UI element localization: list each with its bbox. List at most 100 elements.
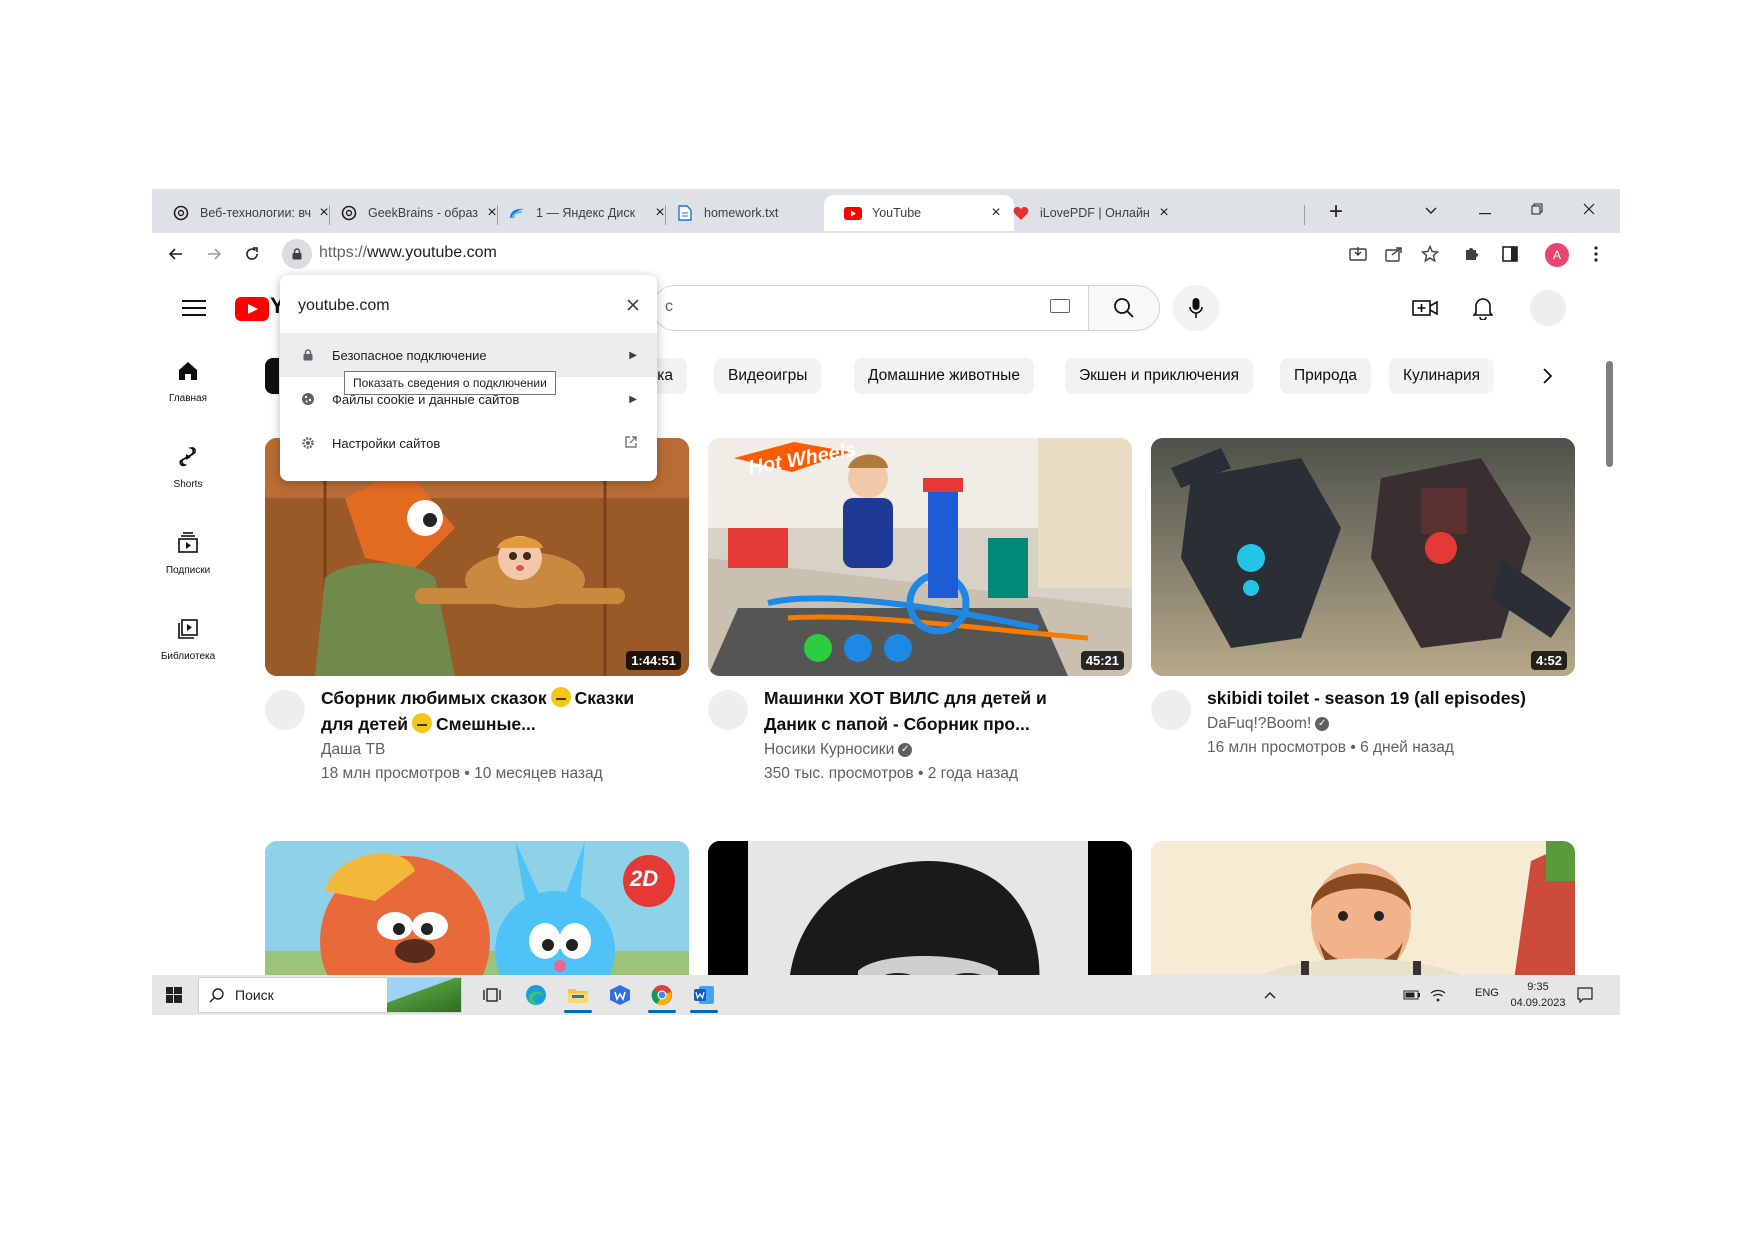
arrow-right-icon (208, 248, 222, 260)
chip-cooking[interactable]: Кулинария (1389, 358, 1494, 394)
tab-search-button[interactable] (1408, 197, 1454, 225)
video-thumbnail[interactable]: 4:52 (1151, 438, 1575, 676)
start-button[interactable] (156, 979, 192, 1011)
reload-button[interactable] (238, 240, 266, 268)
search-button[interactable] (1088, 285, 1160, 331)
channel-name[interactable]: Носики Курносики ✓ (764, 741, 913, 759)
chip-pets[interactable]: Домашние животные (854, 358, 1034, 394)
video-title[interactable]: skibidi toilet - season 19 (all episodes… (1207, 685, 1587, 711)
notifications-center-button[interactable] (1570, 979, 1600, 1011)
voice-search-button[interactable] (1173, 285, 1219, 331)
lock-icon (300, 347, 316, 363)
battery-icon (1403, 990, 1420, 1000)
tab-separator (1304, 205, 1305, 225)
tab-ilovepdf[interactable]: iLovePDF | Онлайн × (992, 195, 1182, 231)
address-bar[interactable]: https://www.youtube.com (319, 244, 497, 262)
library-icon (178, 619, 198, 639)
youtube-avatar[interactable] (1530, 290, 1566, 326)
video-thumbnail[interactable]: Hot Wheels 45:21 (708, 438, 1132, 676)
openai-icon (172, 204, 190, 222)
channel-avatar[interactable] (708, 690, 748, 730)
video-title[interactable]: Сборник любимых сказок Сказки для детей См… (321, 685, 681, 737)
forward-button[interactable] (200, 240, 228, 268)
site-info-button[interactable] (282, 239, 312, 269)
channel-avatar[interactable] (265, 690, 305, 730)
microphone-icon (1189, 298, 1203, 318)
popup-close-button[interactable] (627, 295, 639, 316)
close-window-button[interactable] (1566, 197, 1612, 225)
notifications-button[interactable] (1468, 293, 1498, 323)
sidebar-item-subscriptions[interactable]: Подписки (152, 531, 224, 576)
sidebar-item-shorts[interactable]: Shorts (152, 445, 224, 490)
clock[interactable]: 9:35 04.09.2023 (1508, 979, 1568, 1011)
star-icon (1421, 245, 1439, 263)
chip-nature[interactable]: Природа (1280, 358, 1371, 394)
video-duration: 45:21 (1080, 651, 1124, 670)
profile-avatar[interactable]: A (1545, 243, 1569, 267)
word-icon (694, 986, 714, 1004)
chip-all[interactable] (265, 358, 279, 394)
back-button[interactable] (162, 240, 190, 268)
language-indicator[interactable]: ENG (1475, 987, 1499, 999)
search-input[interactable]: c (652, 285, 1088, 331)
chip-videogames[interactable]: Видеоигры (714, 358, 822, 394)
tab-homework[interactable]: homework.txt × (656, 195, 846, 231)
tab-web-tech[interactable]: Веб-технологии: вч × (152, 195, 342, 231)
popup-row-site-settings[interactable]: Настройки сайтов (280, 421, 657, 465)
connection-tooltip: Показать сведения о подключении (344, 371, 556, 395)
wps-icon (610, 985, 630, 1005)
tab-youtube[interactable]: YouTube × (824, 195, 1014, 231)
channel-name[interactable]: Даша ТВ (321, 741, 385, 759)
create-video-icon (1412, 300, 1438, 316)
tab-title: homework.txt (704, 206, 779, 220)
channel-name[interactable]: DaFuq!?Boom! ✓ (1207, 715, 1330, 733)
install-app-button[interactable] (1344, 240, 1372, 268)
sidebar-item-home[interactable]: Главная (152, 359, 224, 404)
chip-action[interactable]: Экшен и приключения (1065, 358, 1254, 394)
video-title[interactable]: Машинки ХОТ ВИЛС для детей и Даник с пап… (764, 685, 1124, 737)
new-tab-button[interactable]: + (1322, 199, 1350, 227)
task-view-button[interactable] (474, 979, 510, 1011)
tab-yandex-disk[interactable]: 1 — Яндекс Диск × (488, 195, 678, 231)
close-icon (1583, 203, 1595, 215)
tab-geekbrains[interactable]: GeekBrains - образ × (320, 195, 510, 231)
reload-icon (246, 247, 258, 260)
video-meta: 18 млн просмотров • 10 месяцев назад (321, 765, 603, 783)
extensions-button[interactable] (1458, 240, 1486, 268)
url-host: www.youtube.com (367, 244, 497, 261)
taskbar-search[interactable]: Поиск (198, 977, 462, 1013)
file-explorer-app[interactable] (560, 979, 596, 1013)
popup-domain: youtube.com (298, 297, 390, 314)
battery-indicator[interactable] (1400, 979, 1424, 1011)
word-app[interactable] (686, 979, 722, 1013)
share-button[interactable] (1380, 240, 1408, 268)
edge-app[interactable] (518, 979, 554, 1011)
chevron-down-icon (1425, 207, 1437, 214)
keyboard-icon[interactable] (1050, 299, 1070, 313)
search-highlight-image (387, 978, 461, 1012)
restore-icon (1531, 203, 1543, 215)
youtube-logo[interactable] (235, 297, 269, 321)
channel-avatar[interactable] (1151, 690, 1191, 730)
bookmark-button[interactable] (1416, 240, 1444, 268)
create-video-button[interactable] (1410, 293, 1440, 323)
side-panel-icon (1502, 246, 1518, 262)
sidebar-item-library[interactable]: Библиотека (152, 617, 224, 662)
close-icon[interactable]: × (1156, 204, 1172, 222)
restore-button[interactable] (1514, 197, 1560, 225)
side-panel-button[interactable] (1496, 240, 1524, 268)
network-indicator[interactable] (1426, 979, 1450, 1011)
browser-toolbar: https://www.youtube.com A (152, 233, 1620, 275)
page-scrollbar[interactable] (1606, 361, 1613, 467)
video-title-part: Даник с папой - Сборник про... (764, 714, 1030, 734)
video-title-part: Сборник любимых сказок (321, 688, 547, 708)
tray-overflow-button[interactable] (1252, 979, 1288, 1011)
chips-next-button[interactable] (1532, 361, 1562, 391)
chrome-app[interactable] (644, 979, 680, 1013)
meta-separator: • (464, 765, 470, 782)
ilovepdf-icon (1012, 204, 1030, 222)
chrome-menu-button[interactable] (1582, 240, 1610, 268)
wps-app[interactable] (602, 979, 638, 1011)
menu-button[interactable] (182, 295, 206, 319)
minimize-button[interactable] (1462, 197, 1508, 225)
